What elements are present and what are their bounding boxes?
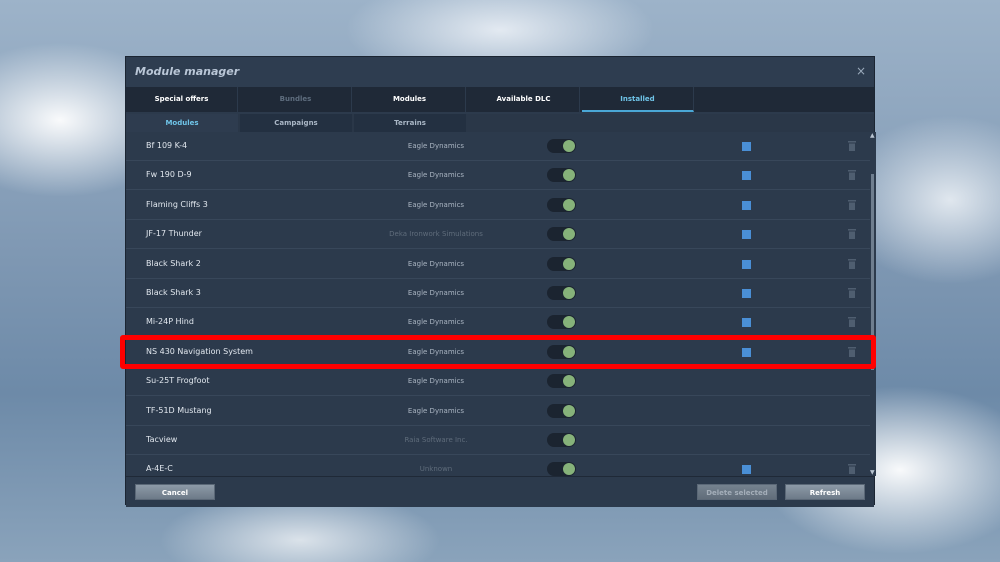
module-name: Tacview [146, 435, 178, 444]
module-name: Bf 109 K-4 [146, 141, 188, 150]
enable-toggle[interactable] [547, 462, 576, 476]
module-row[interactable]: Black Shark 3 Eagle Dynamics [126, 279, 870, 308]
window-title: Module manager [135, 65, 240, 78]
tab-bundles[interactable]: Bundles [240, 87, 352, 112]
subtab-terrains[interactable]: Terrains [354, 114, 466, 132]
module-row[interactable]: Bf 109 K-4 Eagle Dynamics [126, 132, 870, 161]
module-row[interactable]: Tacview Raia Software Inc. [126, 426, 870, 455]
trash-icon[interactable] [847, 169, 857, 181]
module-name: Fw 190 D-9 [146, 170, 192, 180]
module-name: TF-51D Mustang [146, 405, 212, 415]
module-row[interactable]: Fw 190 D-9 Eagle Dynamics [126, 161, 870, 191]
title-bar: Module manager × [126, 57, 874, 87]
enable-toggle[interactable] [547, 256, 576, 271]
module-checkbox[interactable] [742, 142, 751, 151]
tab-modules[interactable]: Modules [354, 87, 466, 112]
toggle-knob [563, 257, 575, 270]
module-developer: Unknown [419, 465, 453, 474]
enable-toggle[interactable] [547, 197, 576, 212]
toggle-knob [563, 316, 575, 329]
module-row[interactable]: JF-17 Thunder Deka Ironwork Simulations [126, 220, 870, 250]
trash-icon[interactable] [847, 287, 857, 299]
toggle-knob [563, 228, 575, 241]
module-name: Black Shark 3 [146, 288, 201, 297]
module-developer: Raia Software Inc. [404, 436, 468, 444]
highlight-outline [120, 335, 876, 369]
scroll-down-icon[interactable]: ▼ [870, 469, 875, 476]
module-list: Bf 109 K-4 Eagle Dynamics Fw 190 D-9 Eagle … [126, 132, 870, 476]
scrollbar[interactable]: ▲ ▼ [870, 132, 876, 476]
module-manager-window: Module manager × Special offers Bundles … [125, 56, 876, 507]
enable-toggle[interactable] [547, 403, 576, 418]
toggle-knob [563, 287, 575, 299]
module-name: A-4E-C [146, 464, 173, 474]
module-checkbox[interactable] [742, 318, 751, 328]
module-developer: Eagle Dynamics [407, 171, 465, 180]
subtab-modules[interactable]: Modules [126, 114, 238, 132]
module-checkbox[interactable] [742, 200, 751, 210]
trash-icon[interactable] [847, 228, 857, 240]
tab-available-dlc[interactable]: Available DLC [468, 87, 580, 112]
toggle-knob [563, 463, 575, 476]
enable-toggle[interactable] [547, 374, 576, 389]
module-row[interactable]: Mi-24P Hind Eagle Dynamics [126, 308, 870, 338]
toggle-knob [563, 375, 575, 388]
module-row[interactable]: TF-51D Mustang Eagle Dynamics [126, 397, 870, 426]
trash-icon[interactable] [847, 316, 857, 328]
enable-toggle[interactable] [547, 227, 576, 242]
subtab-campaigns[interactable]: Campaigns [240, 114, 352, 132]
module-checkbox[interactable] [742, 171, 751, 181]
enable-toggle[interactable] [547, 139, 576, 153]
toggle-knob [563, 169, 575, 182]
module-row[interactable]: A-4E-C Unknown [126, 455, 870, 476]
enable-toggle[interactable] [547, 168, 576, 183]
module-name: Su-25T Frogfoot [146, 376, 210, 386]
close-icon[interactable]: × [856, 64, 866, 78]
trash-icon[interactable] [847, 258, 857, 270]
delete-selected-button[interactable]: Delete selected [697, 484, 777, 500]
module-name: JF-17 Thunder [146, 229, 202, 239]
module-name: Black Shark 2 [146, 258, 201, 268]
module-developer: Eagle Dynamics [407, 200, 465, 209]
module-developer: Eagle Dynamics [407, 406, 465, 415]
enable-toggle[interactable] [547, 286, 576, 300]
module-row[interactable]: Black Shark 2 Eagle Dynamics [126, 250, 870, 279]
sub-tab-bar: Modules Campaigns Terrains [126, 114, 874, 132]
module-row[interactable]: Su-25T Frogfoot Eagle Dynamics [126, 367, 870, 397]
module-developer: Eagle Dynamics [407, 318, 465, 327]
footer-bar: Cancel Delete selected Refresh [126, 476, 874, 507]
module-developer: Deka Ironwork Simulations [389, 230, 483, 239]
trash-icon[interactable] [847, 140, 857, 152]
toggle-knob [563, 404, 575, 417]
module-developer: Eagle Dynamics [407, 377, 465, 386]
module-checkbox[interactable] [742, 230, 751, 240]
module-developer: Eagle Dynamics [407, 259, 465, 268]
module-row[interactable]: Flaming Cliffs 3 Eagle Dynamics [126, 191, 870, 220]
tab-special-offers[interactable]: Special offers [126, 87, 238, 112]
scroll-up-icon[interactable]: ▲ [870, 132, 875, 139]
top-tab-bar: Special offers Bundles Modules Available… [126, 87, 874, 112]
trash-icon[interactable] [847, 199, 857, 211]
module-checkbox[interactable] [742, 289, 751, 298]
toggle-knob [563, 434, 575, 446]
module-checkbox[interactable] [742, 465, 751, 475]
cancel-button[interactable]: Cancel [135, 484, 215, 500]
toggle-knob [563, 198, 575, 211]
trash-icon[interactable] [847, 463, 857, 475]
module-developer: Eagle Dynamics [407, 142, 465, 150]
tab-installed[interactable]: Installed [582, 87, 694, 112]
module-name: Mi-24P Hind [146, 317, 194, 327]
enable-toggle[interactable] [547, 433, 576, 447]
refresh-button[interactable]: Refresh [785, 484, 865, 500]
module-developer: Eagle Dynamics [407, 289, 465, 297]
module-checkbox[interactable] [742, 259, 751, 269]
toggle-knob [563, 140, 575, 152]
module-name: Flaming Cliffs 3 [146, 199, 208, 209]
enable-toggle[interactable] [547, 315, 576, 330]
